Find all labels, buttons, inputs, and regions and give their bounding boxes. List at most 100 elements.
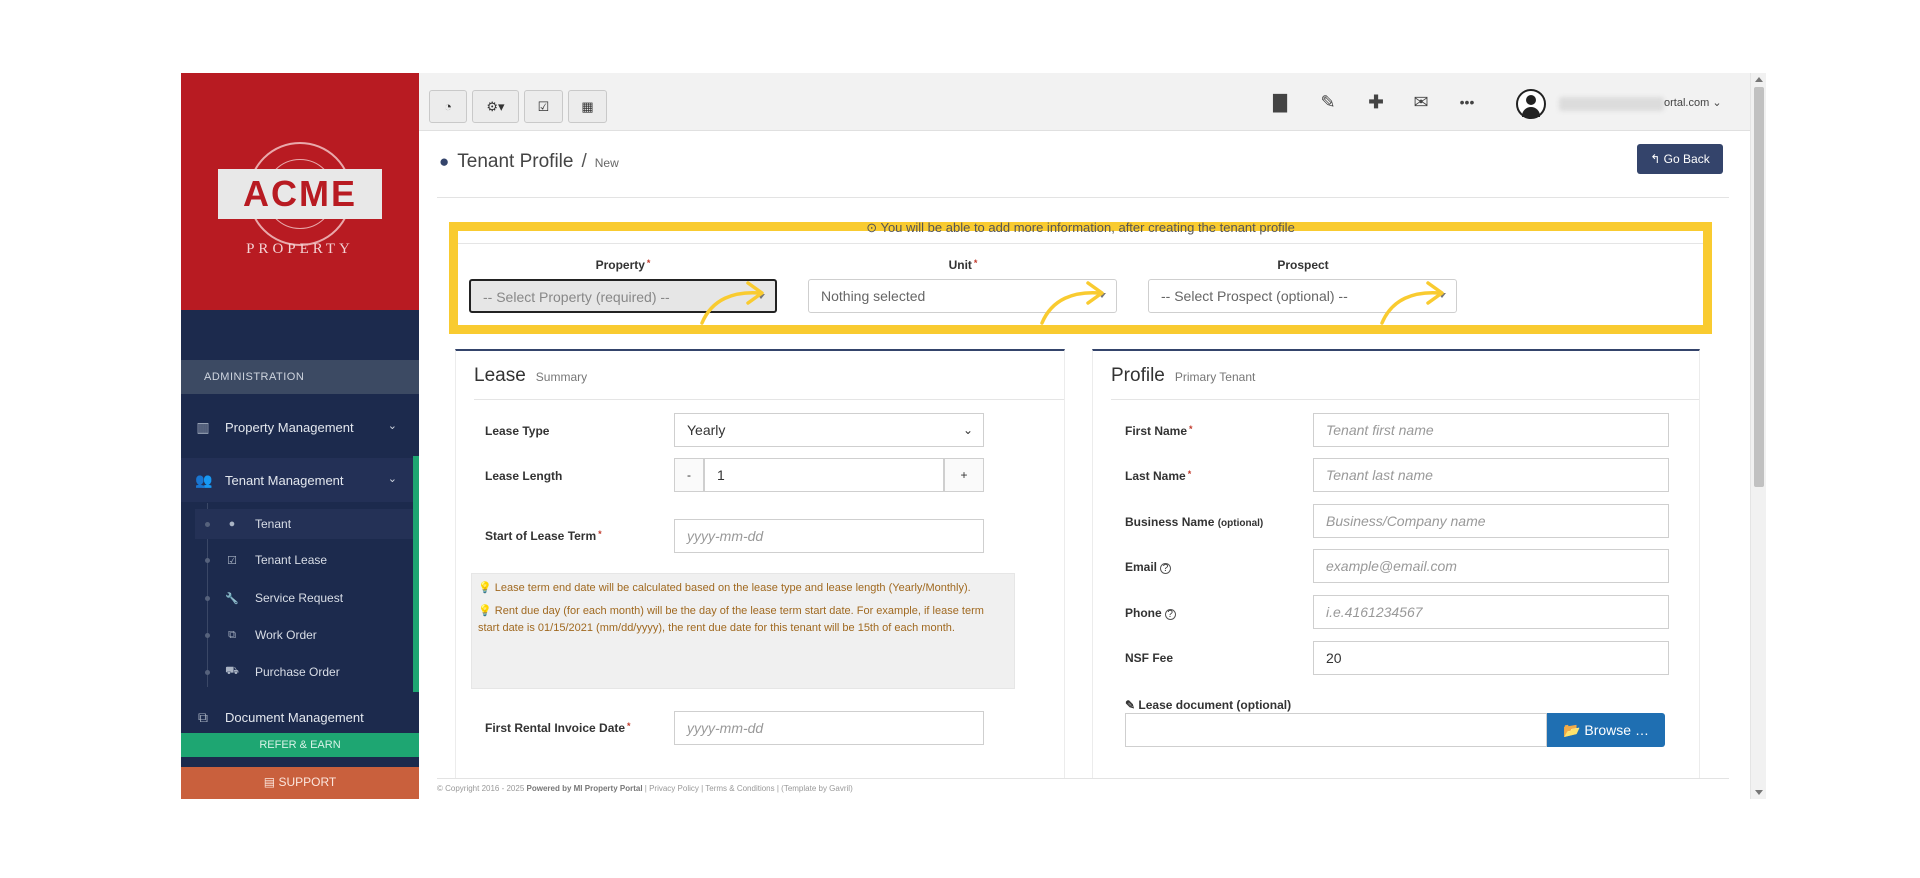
go-back-label: Go Back [1663,152,1710,166]
chevron-down-icon: ⌄ [1712,97,1722,109]
first-rental-invoice-label: First Rental Invoice Date * [485,721,631,735]
lease-length-input[interactable]: 1 [704,458,944,492]
last-name-input[interactable]: Tenant last name [1313,458,1669,492]
first-rental-invoice-input[interactable]: yyyy-mm-dd [674,711,984,745]
lease-length-increment-button[interactable]: + [944,458,984,492]
optional-marker: (optional) [1217,518,1264,529]
sidebar-item-label: Tenant Management [225,472,344,488]
first-name-input[interactable]: Tenant first name [1313,413,1669,447]
form-hint: ⊙ You will be able to add more informati… [458,222,1703,244]
sidebar-subitem-work-order[interactable]: ⧉ Work Order [195,620,413,650]
bar-chart-icon[interactable]: ▇ [1266,88,1294,116]
sidebar-subitem-purchase-order[interactable]: ⛟ Purchase Order [195,657,413,687]
sidebar-subitem-tenant[interactable]: ● Tenant [195,509,413,539]
envelope-icon[interactable]: ✉ [1407,88,1435,116]
sidebar: ACME PROPERTY ADMINISTRATION ▥ Property … [181,73,419,799]
form-hint-text: You will be able to add more information… [880,222,1295,235]
unit-select-value: Nothing selected [821,288,926,304]
plus-icon[interactable]: ✚ [1362,88,1390,116]
start-of-lease-label-text: Start of Lease Term [485,529,597,543]
footer-copyright: © Copyright 2016 - 2025 [437,784,525,793]
lease-length-decrement-button[interactable]: - [674,458,704,492]
footer-privacy-link[interactable]: Privacy Policy [649,784,699,793]
paperclip-icon: ✎ [1125,698,1136,712]
tree-dot [205,522,210,527]
user-menu[interactable]: ortal.com ⌄ [1664,96,1722,109]
phone-label-text: Phone [1125,606,1162,620]
last-name-label-text: Last Name [1125,469,1186,483]
truck-icon: ⛟ [225,665,239,677]
lease-info-line-2: 💡 Rent due day (for each month) will be … [478,603,1008,637]
sidebar-subitem-label: Tenant Lease [255,553,328,567]
lease-type-select[interactable]: Yearly ⌄ [674,413,984,447]
settings-dropdown-button[interactable]: ⚙▾ [472,90,519,123]
scroll-up-arrow-icon[interactable] [1755,77,1763,82]
chevron-down-icon: ⌄ [962,423,973,437]
profile-title: Profile [1111,365,1165,386]
lease-panel: Lease Summary Lease Type Yearly ⌄ Lease … [455,349,1065,799]
hint-divider [458,243,1703,244]
question-circle-icon[interactable]: ? [1164,609,1176,620]
sidebar-item-label: Document Management [225,709,364,725]
go-back-button[interactable]: ↰ Go Back [1637,144,1723,174]
users-icon: 👥 [195,472,213,488]
dashboard-button[interactable]: ◔ [429,90,467,123]
start-of-lease-label: Start of Lease Term * [485,529,602,543]
logo-brand-text: ACME [218,169,382,219]
company-logo[interactable]: ACME PROPERTY [181,73,419,310]
lease-info-line-1: 💡 Lease term end date will be calculated… [478,580,1008,597]
sidebar-subitem-tenant-lease[interactable]: ☑ Tenant Lease [195,545,413,575]
tree-dot [205,558,210,563]
required-marker: * [598,529,602,539]
chevron-down-icon: ⌄ [387,420,397,432]
calendar-button[interactable]: ☑ [524,90,563,123]
scrollbar-thumb[interactable] [1754,87,1764,487]
building-icon: ▥ [196,419,210,435]
sidebar-item-property-management[interactable]: ▥ Property Management ⌄ [181,405,419,449]
email-input[interactable]: example@email.com [1313,549,1669,583]
sidebar-subitem-service-request[interactable]: 🔧 Service Request [195,583,413,613]
lease-subtitle: Summary [535,370,588,384]
lightbulb-icon: 💡 [478,605,495,617]
wrench-icon[interactable]: ✎ [1314,88,1342,116]
lease-length-label: Lease Length [485,469,563,483]
calendar-check-icon: ☑ [227,554,237,567]
copy-icon: ⧉ [228,628,236,641]
refer-and-earn-button[interactable]: REFER & EARN [181,733,419,757]
ellipsis-icon[interactable]: ••• [1453,88,1481,116]
calculator-icon: ▦ [581,99,594,114]
calculator-button[interactable]: ▦ [568,90,607,123]
footer-terms-link[interactable]: Terms & Conditions [705,784,774,793]
app-window: ACME PROPERTY ADMINISTRATION ▥ Property … [181,73,1766,799]
tree-dot [205,670,210,675]
phone-label: Phone? [1125,606,1176,620]
required-marker: * [1187,469,1192,479]
lease-document-label-text: Lease document (optional) [1138,698,1292,712]
required-marker: * [1189,424,1193,434]
first-name-label: First Name * [1125,424,1193,438]
page-title: ● Tenant Profile / New [439,151,619,173]
nsf-fee-input[interactable]: 20 [1313,641,1669,675]
sidebar-subitem-label: Purchase Order [255,665,340,679]
lease-document-file-input[interactable] [1125,713,1547,747]
wrench-icon: 🔧 [225,592,239,605]
property-select-value: -- Select Property (required) -- [483,289,670,305]
email-label-text: Email [1125,560,1158,574]
tree-dot [205,596,210,601]
scroll-down-arrow-icon[interactable] [1755,790,1763,795]
avatar-icon[interactable] [1516,89,1546,119]
profile-panel: Profile Primary Tenant First Name * Tenan… [1092,349,1700,799]
support-button[interactable]: ▤ SUPPORT [181,767,419,799]
documents-icon: ⧉ [198,709,208,725]
lease-info-text-2: Rent due day (for each month) will be th… [478,605,984,634]
start-of-lease-input[interactable]: yyyy-mm-dd [674,519,984,553]
browse-button[interactable]: 📂 Browse … [1547,713,1665,747]
page-scrollbar[interactable] [1750,73,1766,799]
sidebar-item-tenant-management[interactable]: 👥 Tenant Management ⌄ [181,458,419,502]
phone-input[interactable]: i.e.4161234567 [1313,595,1669,629]
business-name-input[interactable]: Business/Company name [1313,504,1669,538]
sidebar-section-label: ADMINISTRATION [181,360,419,394]
question-circle-icon[interactable]: ? [1160,563,1172,574]
chevron-down-icon: ⌄ [387,473,397,485]
gear-icon: ⚙▾ [486,99,505,114]
